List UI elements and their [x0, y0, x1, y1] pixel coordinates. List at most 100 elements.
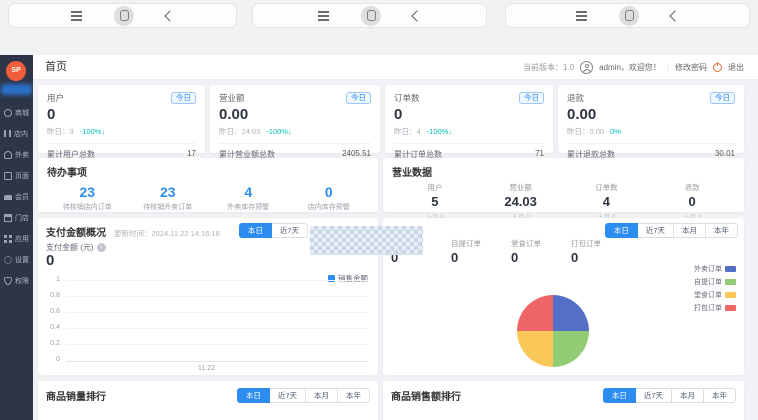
sidebar-item-pages[interactable]: 页面	[0, 165, 33, 186]
instore-icon	[4, 130, 11, 137]
filter-month[interactable]: 本月	[673, 223, 706, 238]
yesterday-label: 昨日：24.03	[219, 127, 260, 136]
yesterday-label: 昨日：4	[394, 127, 421, 136]
today-badge[interactable]: 今日	[710, 92, 735, 104]
power-icon	[713, 63, 722, 72]
business-value: 24.03	[478, 194, 564, 209]
stat-title: 订单数	[394, 92, 420, 104]
change-password-link[interactable]: 修改密码	[675, 62, 707, 73]
legend-item[interactable]: 自提订单	[694, 277, 736, 287]
y-tick: 1	[42, 276, 60, 284]
legend-item[interactable]: 堂食订单	[694, 290, 736, 300]
sidebar-item-permission[interactable]: 权限	[0, 270, 33, 291]
yesterday-label: 昨日：0.00	[567, 127, 604, 136]
filter-today[interactable]: 本日	[605, 223, 638, 238]
sidebar-item-member[interactable]: 会员	[0, 186, 33, 207]
filter-year[interactable]: 本年	[337, 388, 370, 403]
pie-legend: 外卖订单 自提订单 堂食订单 打包订单	[694, 264, 736, 316]
filter-month[interactable]: 本月	[671, 388, 704, 403]
takeout-icon	[4, 151, 12, 159]
sidebar-item-mall[interactable]: 商城	[0, 102, 33, 123]
mobile-navbar-3	[505, 3, 750, 28]
home-icon[interactable]	[361, 6, 381, 26]
sidebar-item-store[interactable]: 门店	[0, 207, 33, 228]
screen: SP 商城 店内 外卖 页面 会员 门店 应	[0, 0, 758, 420]
business-item: 用户 5 上月 0	[392, 182, 478, 221]
sidebar: SP 商城 店内 外卖 页面 会员 门店 应	[0, 55, 33, 420]
stat-value: 0	[394, 106, 544, 123]
filter-week[interactable]: 近7天	[637, 223, 674, 238]
back-icon[interactable]	[411, 10, 422, 21]
pages-icon	[4, 172, 12, 180]
legend-item[interactable]: 外卖订单	[694, 264, 736, 274]
y-tick: 0	[42, 356, 60, 364]
home-icon[interactable]	[619, 6, 639, 26]
back-icon[interactable]	[669, 10, 680, 21]
filter-week[interactable]: 近7天	[635, 388, 672, 403]
menu-icon[interactable]	[576, 15, 587, 17]
order-stat-label: 打包订单	[571, 238, 631, 247]
today-badge[interactable]: 今日	[519, 92, 544, 104]
sales-rank-title: 商品销量排行	[46, 388, 106, 403]
stat-title: 营业额	[219, 92, 245, 104]
home-icon[interactable]	[114, 6, 134, 26]
business-label: 订单数	[564, 182, 650, 193]
settings-icon	[4, 256, 12, 264]
filter-today[interactable]: 本日	[239, 223, 272, 238]
revenue-rank-card: 商品销售额排行 本日 近7天 本月 本年	[383, 381, 744, 420]
y-tick: 0.4	[42, 324, 60, 332]
today-badge[interactable]: 今日	[171, 92, 196, 104]
todo-label: 待核销外卖订单	[128, 202, 209, 212]
sidebar-item-label: 门店	[15, 213, 29, 223]
filter-today[interactable]: 本日	[237, 388, 270, 403]
gridline	[66, 344, 368, 345]
menu-icon[interactable]	[71, 15, 82, 17]
revenue-rank-filter-group: 本日 近7天 本月 本年	[603, 388, 736, 403]
version-label: 当前版本：1.0	[523, 62, 574, 73]
user-avatar-icon[interactable]	[580, 61, 593, 74]
today-badge[interactable]: 今日	[346, 92, 371, 104]
filter-month[interactable]: 本月	[305, 388, 338, 403]
order-stat-label: 自提订单	[451, 238, 511, 247]
chart-legend[interactable]: 销售金额	[328, 273, 368, 284]
back-icon[interactable]	[164, 10, 175, 21]
sidebar-item-instore[interactable]: 店内	[0, 123, 33, 144]
censored-selected-item[interactable]	[1, 84, 32, 95]
filter-week[interactable]: 近7天	[269, 388, 306, 403]
yesterday-label: 昨日：3	[47, 127, 74, 136]
order-type-pie-chart[interactable]	[517, 295, 589, 367]
sales-rank-filter-group: 本日 近7天 本月 本年	[237, 388, 370, 403]
sidebar-item-label: 店内	[14, 129, 28, 139]
filter-year[interactable]: 本年	[705, 223, 738, 238]
info-icon[interactable]	[97, 243, 106, 252]
todo-title: 待办事项	[47, 164, 369, 179]
stat-value: 0.00	[567, 106, 735, 123]
todo-item[interactable]: 0 店内库存预警	[289, 184, 370, 212]
sidebar-item-label: 商城	[15, 108, 29, 118]
permission-icon	[4, 277, 12, 285]
change-value: -100%↓	[427, 127, 452, 136]
todo-item[interactable]: 4 外卖库存预警	[208, 184, 289, 212]
filter-week[interactable]: 近7天	[271, 223, 308, 238]
legend-item[interactable]: 打包订单	[694, 303, 736, 313]
stat-card-users: 用户 今日 0 昨日：3-100%↓ 累计用户总数17	[38, 85, 205, 153]
logout-link[interactable]: 退出	[728, 62, 744, 73]
business-item: 营业额 24.03 上月 0	[478, 182, 564, 221]
mobile-navbar-1	[8, 3, 237, 28]
business-label: 营业额	[478, 182, 564, 193]
sidebar-item-apps[interactable]: 应用	[0, 228, 33, 249]
app-logo[interactable]: SP	[6, 61, 26, 81]
sidebar-item-label: 权限	[15, 276, 29, 286]
filter-year[interactable]: 本年	[703, 388, 736, 403]
todo-item[interactable]: 23 待核销外卖订单	[128, 184, 209, 212]
payment-filter-group: 本日 近7天	[239, 223, 308, 238]
sidebar-item-takeout[interactable]: 外卖	[0, 144, 33, 165]
header-bar: 首页 当前版本：1.0 admin，欢迎您！ | 修改密码 退出	[33, 55, 758, 80]
todo-value: 4	[208, 184, 289, 200]
sidebar-item-settings[interactable]: 设置	[0, 249, 33, 270]
filter-today[interactable]: 本日	[603, 388, 636, 403]
todo-item[interactable]: 23 待核销店内订单	[47, 184, 128, 212]
menu-icon[interactable]	[318, 15, 329, 17]
x-tick: 11.22	[198, 365, 215, 372]
change-value: -100%↓	[266, 127, 291, 136]
